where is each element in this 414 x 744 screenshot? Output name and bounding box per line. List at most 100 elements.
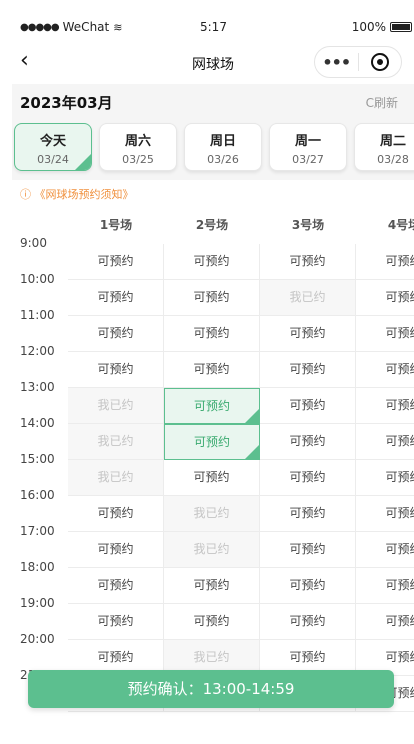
slot-cell[interactable]: 可预约 [356, 424, 414, 460]
day-tab-weekday: 今天 [39, 134, 66, 149]
slot-cell: 我已约 [164, 532, 260, 568]
slot-cell[interactable]: 可预约 [356, 604, 414, 640]
slot-cell[interactable]: 可预约 [260, 388, 356, 424]
slot-cell[interactable]: 可预约 [68, 316, 164, 352]
slot-cell[interactable]: 可预约 [164, 280, 260, 316]
slot-status: 可预约 [193, 290, 230, 304]
slot-cell[interactable]: 可预约 [260, 532, 356, 568]
confirm-booking-button[interactable]: 预约确认：13:00-14:59 [28, 670, 394, 708]
slot-cell[interactable]: 可预约 [68, 568, 164, 604]
slot-cell[interactable]: 可预约 [260, 352, 356, 388]
slot-status: 可预约 [385, 506, 414, 520]
booking-notice-link[interactable]: ⓘ 《网球场预约须知》 [20, 186, 134, 202]
slot-cell[interactable]: 可预约 [260, 460, 356, 496]
slot-cell[interactable]: 可预约 [356, 496, 414, 532]
day-tab-weekday: 周一 [294, 134, 321, 149]
slot-cell[interactable]: 可预约 [164, 460, 260, 496]
slot-cell[interactable]: 可预约 [356, 460, 414, 496]
slot-status: 我已约 [289, 290, 326, 304]
slot-cell[interactable]: 可预约 [260, 244, 356, 280]
slot-cell[interactable]: 可预约 [260, 496, 356, 532]
slot-cell[interactable]: 可预约 [164, 352, 260, 388]
slot-cell[interactable]: 可预约 [356, 532, 414, 568]
status-right: 100% [352, 20, 412, 34]
day-tab[interactable]: 今天 03/24 [14, 123, 92, 171]
slot-status: 可预约 [289, 326, 326, 340]
slot-status: 可预约 [193, 399, 230, 413]
slot-cell[interactable]: 可预约 [356, 316, 414, 352]
check-icon [75, 154, 91, 170]
slot-cell[interactable]: 可预约 [260, 424, 356, 460]
slot-cell[interactable]: 可预约 [260, 316, 356, 352]
court-header: 3号场 [291, 218, 325, 232]
day-tab[interactable]: 周六 03/25 [99, 123, 177, 171]
day-tab[interactable]: 周一 03/27 [269, 123, 347, 171]
month-row: 2023年03月 C刷新 [12, 84, 414, 118]
slot-status: 可预约 [289, 398, 326, 412]
slot-cell[interactable]: 可预约 [260, 568, 356, 604]
slot-cell[interactable]: 可预约 [356, 352, 414, 388]
slot-cell[interactable]: 可预约 [164, 424, 260, 460]
slot-status: 可预约 [289, 470, 326, 484]
slot-status: 我已约 [97, 434, 134, 448]
refresh-label: 刷新 [373, 96, 398, 110]
time-label: 15:00 [20, 452, 55, 466]
day-tab-weekday: 周日 [209, 134, 236, 149]
slot-cell[interactable]: 可预约 [68, 604, 164, 640]
close-mini-program-button[interactable] [358, 53, 401, 71]
slot-status: 可预约 [97, 326, 134, 340]
slot-cell[interactable]: 可预约 [356, 568, 414, 604]
day-tab[interactable]: 周日 03/26 [184, 123, 262, 171]
slot-cell[interactable]: 可预约 [356, 280, 414, 316]
time-label: 17:00 [20, 524, 55, 538]
slot-cell[interactable]: 可预约 [68, 352, 164, 388]
slot-status: 可预约 [289, 578, 326, 592]
slot-status: 可预约 [97, 506, 134, 520]
check-icon [245, 409, 259, 423]
slot-status: 可预约 [193, 254, 230, 268]
carrier-label: WeChat [62, 20, 110, 34]
time-label: 18:00 [20, 560, 55, 574]
slot-cell[interactable]: 可预约 [356, 244, 414, 280]
slot-cell[interactable]: 可预约 [68, 532, 164, 568]
day-tab[interactable]: 周二 03/28 [354, 123, 414, 171]
slot-cell[interactable]: 可预约 [68, 280, 164, 316]
slot-status: 可预约 [97, 362, 134, 376]
slot-status: 可预约 [289, 254, 326, 268]
slot-cell: 我已约 [68, 424, 164, 460]
slot-status: 可预约 [385, 362, 414, 376]
refresh-button[interactable]: C刷新 [366, 94, 398, 111]
slot-cell[interactable]: 可预约 [68, 244, 164, 280]
slot-status: 可预约 [289, 434, 326, 448]
court-header: 4号场 [387, 218, 414, 232]
time-label: 12:00 [20, 344, 55, 358]
slot-cell[interactable]: 可预约 [164, 244, 260, 280]
time-label: 9:00 [20, 236, 47, 250]
slot-status: 可预约 [193, 614, 230, 628]
slot-cell[interactable]: 可预约 [164, 316, 260, 352]
slot-cell[interactable]: 可预约 [356, 388, 414, 424]
mini-program-capsule: ••• [314, 46, 402, 78]
slot-cell[interactable]: 可预约 [164, 568, 260, 604]
slot-cell: 我已约 [68, 460, 164, 496]
court-header: 2号场 [195, 218, 229, 232]
slot-cell[interactable]: 可预约 [260, 604, 356, 640]
slot-cell[interactable]: 可预约 [68, 496, 164, 532]
slot-cell: 我已约 [68, 388, 164, 424]
slot-cell[interactable]: 可预约 [164, 604, 260, 640]
slot-status: 可预约 [385, 578, 414, 592]
day-tab-date: 03/27 [292, 153, 324, 166]
target-icon [370, 53, 389, 71]
slot-status: 可预约 [97, 578, 134, 592]
slot-status: 可预约 [97, 290, 134, 304]
slot-status: 可预约 [385, 398, 414, 412]
slot-status: 可预约 [385, 434, 414, 448]
slot-status: 可预约 [385, 290, 414, 304]
court-schedule-grid: 1号场2号场3号场4号场可预约可预约可预约可预约可预约可预约我已约可预约可预约可… [12, 208, 414, 728]
slot-cell[interactable]: 可预约 [164, 388, 260, 424]
slot-status: 可预约 [289, 542, 326, 556]
day-tab-date: 03/28 [377, 153, 409, 166]
slot-status: 可预约 [97, 254, 134, 268]
slot-status: 可预约 [193, 326, 230, 340]
more-icon[interactable]: ••• [315, 53, 358, 72]
